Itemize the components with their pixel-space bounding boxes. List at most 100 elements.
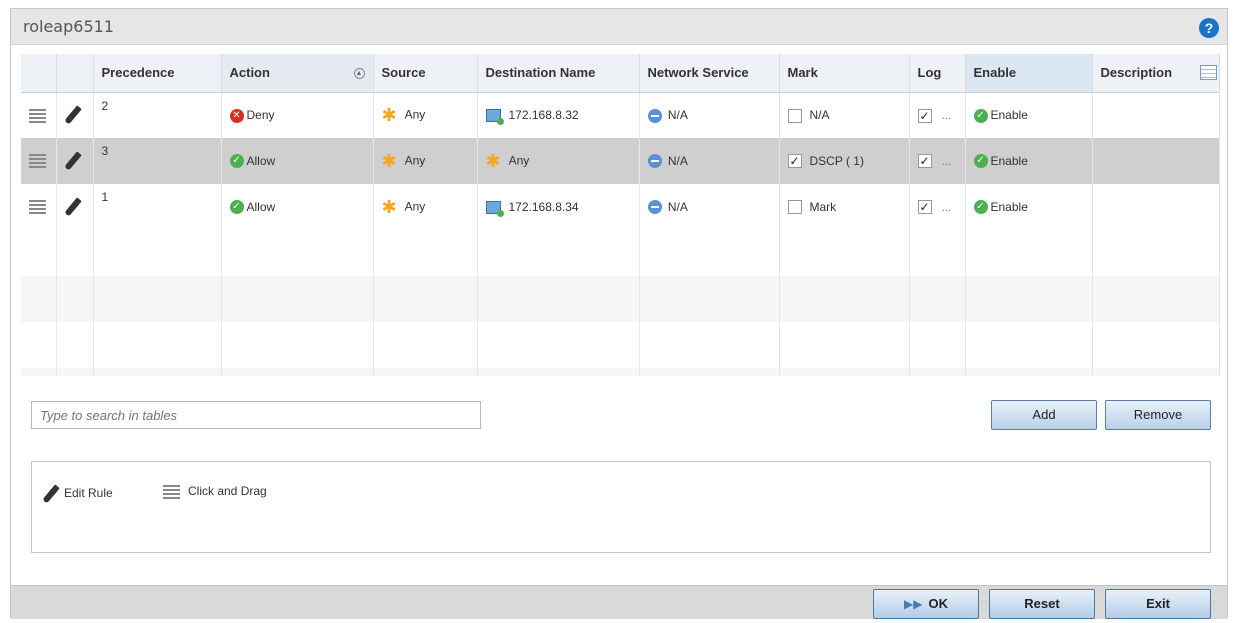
- allow-icon: ✓: [229, 154, 244, 169]
- log-ellipsis: ...: [941, 153, 952, 168]
- pencil-icon[interactable]: [63, 197, 82, 217]
- edit-cell[interactable]: [56, 138, 94, 184]
- action-cell: ✕ Deny: [221, 92, 374, 138]
- source-cell: ✱ Any: [373, 138, 478, 184]
- title-bar: roleap6511 ?: [11, 9, 1227, 45]
- drag-header: [21, 54, 57, 93]
- network-service-cell: N/A: [639, 138, 780, 184]
- network-service-label: N/A: [667, 199, 688, 214]
- mark-checkbox[interactable]: [787, 200, 802, 215]
- window-title: roleap6511: [23, 17, 114, 36]
- source-label: Any: [404, 107, 426, 122]
- header-description[interactable]: Description: [1092, 54, 1220, 93]
- legend-box: Edit Rule Click and Drag: [31, 461, 1211, 553]
- log-checkbox[interactable]: [917, 154, 932, 169]
- sort-ascending-icon[interactable]: ▲: [353, 68, 365, 80]
- header-destination-name[interactable]: Destination Name: [477, 54, 640, 93]
- enabled-check-icon: ✓: [973, 154, 988, 169]
- header-action-label: Action: [229, 65, 270, 81]
- any-star-icon: ✱: [381, 196, 397, 217]
- legend-edit-rule: Edit Rule: [42, 484, 113, 504]
- log-checkbox[interactable]: [917, 200, 932, 215]
- drag-handle-icon[interactable]: [29, 200, 46, 215]
- action-cell: ✓ Allow: [221, 184, 374, 230]
- drag-handle[interactable]: [21, 92, 57, 138]
- legend-click-and-drag-label: Click and Drag: [188, 484, 267, 498]
- precedence-cell: 1: [93, 184, 222, 230]
- network-service-cell: N/A: [639, 184, 780, 230]
- drag-handle-icon: [163, 484, 180, 499]
- header-log[interactable]: Log: [909, 54, 966, 93]
- enable-cell: ✓ Enable: [965, 92, 1093, 138]
- source-cell: ✱ Any: [373, 92, 478, 138]
- legend-edit-rule-label: Edit Rule: [64, 486, 113, 501]
- exit-button[interactable]: Exit: [1105, 589, 1211, 619]
- empty-row: [21, 322, 1220, 368]
- source-label: Any: [404, 153, 426, 168]
- action-label: Deny: [246, 107, 275, 122]
- body-area: Precedence Action ▲ Source Destination Na…: [11, 45, 1227, 585]
- log-checkbox[interactable]: [917, 108, 932, 123]
- enable-cell: ✓ Enable: [965, 184, 1093, 230]
- empty-row: [21, 276, 1220, 322]
- header-precedence[interactable]: Precedence: [93, 54, 222, 93]
- log-cell: ...: [909, 184, 966, 230]
- destination-label: 172.168.8.34: [508, 199, 579, 214]
- edit-cell[interactable]: [56, 92, 94, 138]
- drag-handle-icon[interactable]: [29, 154, 46, 169]
- pencil-icon[interactable]: [63, 151, 82, 171]
- add-button[interactable]: Add: [991, 400, 1097, 430]
- table-row[interactable]: 1 ✓Allow ✱Any 172.168.8.34 N/A Mark ... …: [21, 184, 1220, 230]
- mark-label: Mark: [809, 199, 837, 214]
- enable-cell: ✓ Enable: [965, 138, 1093, 184]
- legend-click-and-drag: Click and Drag: [163, 484, 267, 499]
- ok-button[interactable]: ▶▶ OK: [873, 589, 979, 619]
- empty-row: [21, 230, 1220, 276]
- drag-handle-icon[interactable]: [29, 108, 46, 123]
- mark-checkbox[interactable]: [787, 154, 802, 169]
- header-action[interactable]: Action ▲: [221, 54, 374, 93]
- edit-cell[interactable]: [56, 184, 94, 230]
- help-icon[interactable]: ?: [1199, 18, 1219, 38]
- edit-header: [56, 54, 94, 93]
- drag-handle[interactable]: [21, 184, 57, 230]
- header-description-label: Description: [1100, 65, 1173, 81]
- enable-label: Enable: [990, 107, 1028, 122]
- precedence-cell: 3: [93, 138, 222, 184]
- enabled-check-icon: ✓: [973, 108, 988, 123]
- destination-cell: 172.168.8.34: [477, 184, 640, 230]
- action-cell: ✓ Allow: [221, 138, 374, 184]
- column-chooser-icon[interactable]: [1199, 65, 1217, 80]
- mark-cell: Mark: [779, 184, 910, 230]
- pencil-icon: [42, 484, 60, 504]
- table-header-row: Precedence Action ▲ Source Destination Na…: [21, 54, 1220, 93]
- table-search-input[interactable]: [31, 401, 481, 429]
- header-mark[interactable]: Mark: [779, 54, 910, 93]
- mark-label: DSCP ( 1): [809, 153, 864, 168]
- drag-handle[interactable]: [21, 138, 57, 184]
- destination-cell: 172.168.8.32: [477, 92, 640, 138]
- remove-button[interactable]: Remove: [1105, 400, 1211, 430]
- enable-label: Enable: [990, 153, 1028, 168]
- any-star-icon: ✱: [381, 150, 397, 171]
- header-enable[interactable]: Enable: [965, 54, 1093, 93]
- mark-checkbox[interactable]: [787, 108, 802, 123]
- pencil-icon[interactable]: [63, 105, 82, 125]
- header-source[interactable]: Source: [373, 54, 478, 93]
- table-row[interactable]: 2 ✕Deny ✱ Any 172.168.8.32 N/A N/A ... ✓E…: [21, 92, 1220, 138]
- mark-label: N/A: [809, 107, 830, 122]
- header-network-service[interactable]: Network Service: [639, 54, 780, 93]
- destination-label: 172.168.8.32: [508, 108, 579, 123]
- ok-label: OK: [928, 596, 948, 611]
- dialog-panel: roleap6511 ? Precedence Action ▲ Source D…: [10, 8, 1228, 619]
- reset-button[interactable]: Reset: [989, 589, 1095, 619]
- enable-label: Enable: [990, 199, 1028, 214]
- precedence-cell: 2: [93, 92, 222, 138]
- host-icon: [485, 201, 504, 218]
- empty-row: [21, 368, 1220, 376]
- forward-arrow-icon: ▶▶: [904, 597, 923, 611]
- table-row[interactable]: 3 ✓Allow ✱Any ✱Any N/A DSCP ( 1) ... ✓En…: [21, 138, 1220, 184]
- mark-cell: N/A: [779, 92, 910, 138]
- network-service-icon: [647, 200, 662, 215]
- log-ellipsis: ...: [941, 107, 952, 122]
